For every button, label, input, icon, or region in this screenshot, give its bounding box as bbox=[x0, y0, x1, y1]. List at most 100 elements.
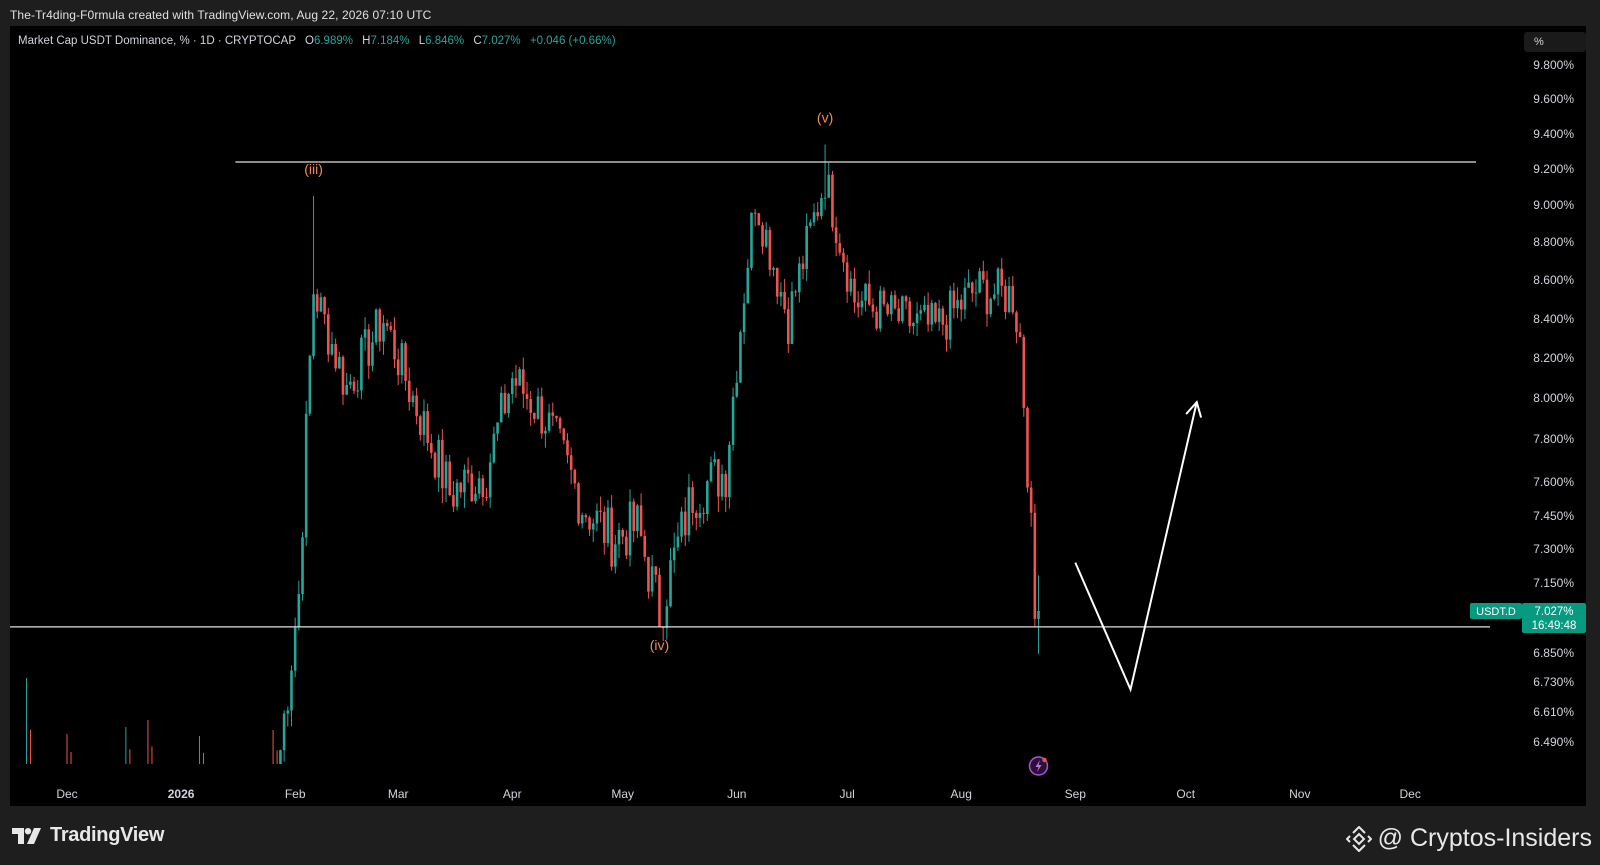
price-tag-price: 7.027% bbox=[1534, 606, 1573, 618]
candle-body bbox=[886, 304, 889, 315]
candle-body bbox=[926, 304, 930, 325]
candle bbox=[315, 288, 319, 319]
candle bbox=[669, 548, 672, 608]
watermark: @ Cryptos-Insiders bbox=[1345, 824, 1592, 853]
time-axis-label: Feb bbox=[285, 787, 306, 801]
candle-body bbox=[643, 535, 647, 557]
chart-svg[interactable]: (iii) (iv) (v) 9.800% 9.600% 9.400% 9.200% 9.00… bbox=[0, 0, 1600, 865]
candle-body bbox=[286, 710, 290, 714]
tradingview-logo-icon bbox=[12, 827, 41, 844]
scale-unit-button[interactable]: % bbox=[1524, 32, 1586, 52]
symbol-legend: Market Cap USDT Dominance, % · 1D · CRYP… bbox=[18, 35, 622, 47]
candle-body bbox=[547, 412, 551, 431]
candle-body bbox=[794, 291, 797, 293]
candle-body bbox=[893, 295, 897, 309]
candle-body bbox=[724, 473, 728, 498]
candle bbox=[522, 357, 525, 409]
candle-body bbox=[503, 392, 507, 414]
candle-body bbox=[566, 440, 569, 456]
candle bbox=[805, 213, 808, 281]
current-price-tag[interactable]: USDT.D 7.027% 16:49:48 bbox=[1470, 603, 1586, 633]
wave-label: (v) bbox=[817, 110, 833, 126]
price-axis-label: 7.800% bbox=[1533, 432, 1574, 446]
candle bbox=[595, 503, 599, 532]
price-axis-label: 6.490% bbox=[1533, 735, 1574, 749]
candle bbox=[823, 144, 827, 210]
candle-body bbox=[404, 343, 407, 381]
candle-body bbox=[466, 469, 470, 474]
time-axis-label: 2026 bbox=[168, 787, 195, 801]
candle bbox=[882, 287, 886, 307]
candle bbox=[573, 468, 577, 489]
candle-body bbox=[617, 529, 621, 545]
candle-body bbox=[1037, 611, 1040, 619]
candle-body bbox=[382, 323, 385, 342]
candle bbox=[724, 470, 728, 513]
candle-body bbox=[982, 271, 985, 280]
candle-body bbox=[415, 395, 418, 417]
candle-body bbox=[713, 459, 716, 463]
candle-body bbox=[706, 481, 709, 515]
candle-body bbox=[779, 291, 783, 297]
candle-body bbox=[301, 537, 304, 595]
candle-body bbox=[279, 750, 282, 764]
candle bbox=[319, 292, 323, 312]
candle bbox=[989, 297, 992, 318]
candle-body bbox=[393, 329, 396, 360]
candle bbox=[418, 414, 422, 441]
candle bbox=[643, 529, 647, 562]
candle bbox=[503, 384, 507, 415]
candle-body bbox=[842, 252, 845, 263]
candle-body bbox=[764, 229, 768, 247]
candle-body bbox=[901, 296, 904, 322]
candle-body bbox=[562, 428, 566, 441]
candle-body bbox=[702, 512, 705, 515]
candle-body bbox=[1022, 337, 1026, 408]
candle-body bbox=[411, 395, 415, 403]
candle bbox=[341, 355, 345, 406]
candle-body bbox=[400, 343, 404, 376]
candle-body bbox=[371, 342, 374, 366]
time-axis-label: Sep bbox=[1065, 787, 1087, 801]
price-axis-label: 9.200% bbox=[1533, 162, 1574, 176]
candle-body bbox=[838, 243, 842, 253]
candle-body bbox=[801, 263, 805, 270]
candle bbox=[978, 267, 981, 294]
candle bbox=[982, 260, 985, 284]
event-lightning-icon[interactable] bbox=[1028, 756, 1049, 776]
candle bbox=[948, 285, 952, 349]
candle-body bbox=[349, 381, 352, 385]
candle bbox=[676, 522, 680, 552]
candle bbox=[842, 248, 845, 272]
candle bbox=[610, 495, 613, 571]
candle-body bbox=[908, 301, 912, 327]
candle bbox=[775, 267, 779, 305]
candle-body bbox=[845, 262, 849, 292]
candle bbox=[650, 554, 654, 597]
candle-body bbox=[290, 670, 293, 711]
wave-label: (iv) bbox=[650, 637, 669, 653]
symbol-title[interactable]: Market Cap USDT Dominance, % · 1D · CRYP… bbox=[18, 35, 296, 47]
tradingview-brand[interactable]: TradingView bbox=[12, 824, 164, 847]
candle bbox=[798, 256, 801, 303]
price-axis-label: 9.400% bbox=[1533, 127, 1574, 141]
candle-body bbox=[558, 418, 562, 429]
candle bbox=[838, 233, 842, 256]
candle-body bbox=[481, 478, 485, 498]
candle-body bbox=[809, 222, 812, 226]
candle-body bbox=[919, 310, 923, 314]
candle-body bbox=[827, 174, 831, 198]
price-axis-label: 7.450% bbox=[1533, 509, 1574, 523]
candle-body bbox=[514, 378, 518, 386]
candle bbox=[588, 515, 591, 536]
change-value: +0.046 (+0.66%) bbox=[529, 35, 616, 47]
candle bbox=[279, 749, 282, 764]
candle bbox=[658, 567, 661, 628]
candle-body bbox=[676, 536, 680, 548]
candle-body bbox=[304, 413, 308, 538]
candle bbox=[371, 331, 374, 372]
candle-body bbox=[396, 359, 400, 376]
candle bbox=[415, 387, 418, 425]
candle-body bbox=[683, 511, 687, 536]
candle-body bbox=[937, 308, 941, 322]
